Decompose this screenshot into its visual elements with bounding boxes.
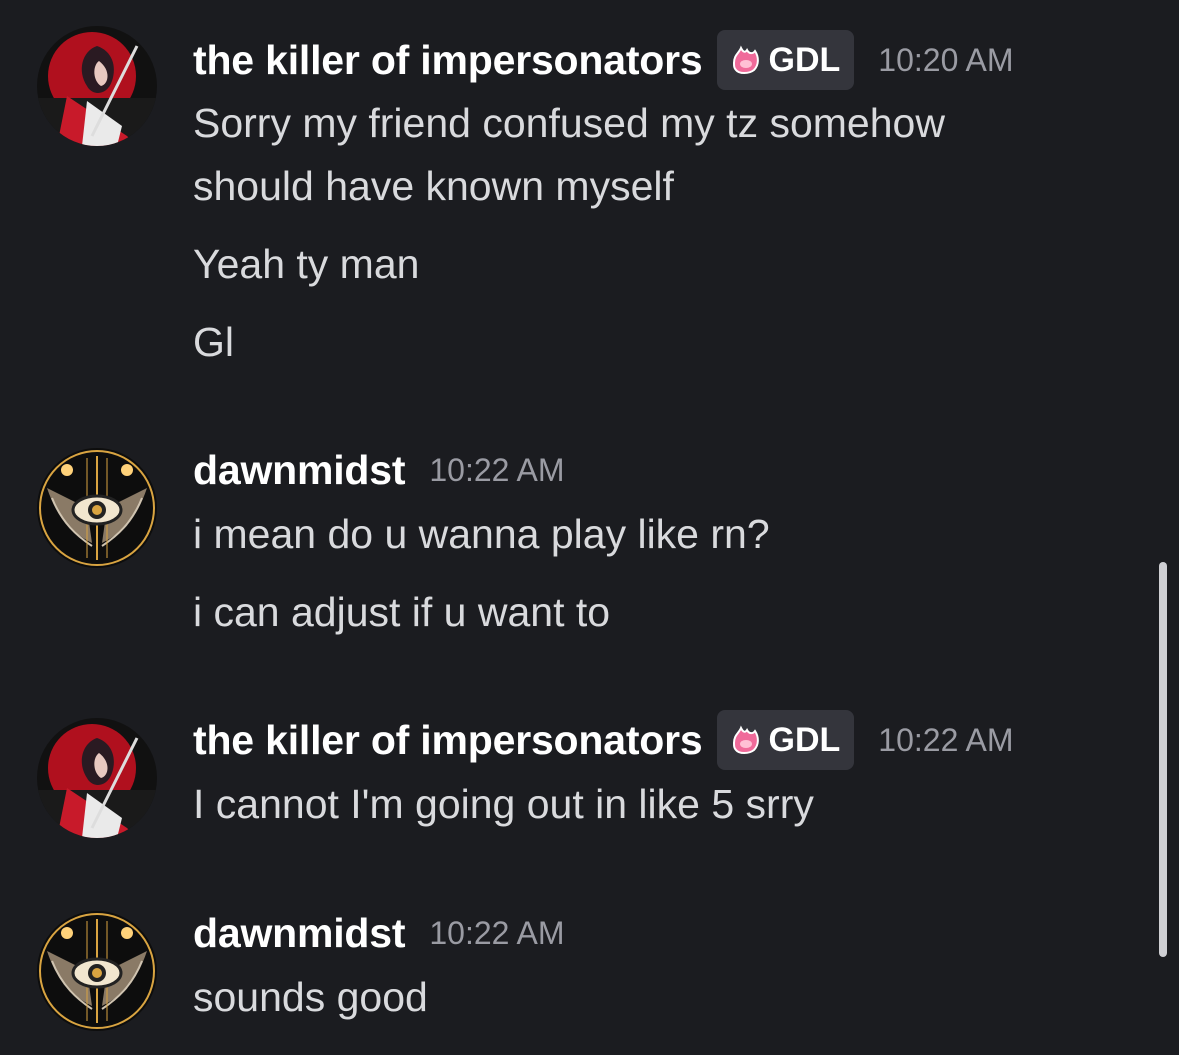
message-text: Gl: [193, 319, 234, 365]
winged-eye-avatar-icon: [37, 911, 157, 1031]
message-text: sounds good: [193, 974, 428, 1020]
user-avatar[interactable]: [37, 718, 157, 838]
username[interactable]: dawnmidst: [193, 447, 406, 494]
timestamp: 10:22 AM: [429, 914, 565, 951]
scrollbar-thumb[interactable]: [1159, 562, 1167, 957]
pink-flame-icon: [729, 725, 763, 755]
user-avatar[interactable]: [37, 911, 157, 1031]
user-avatar[interactable]: [37, 26, 157, 146]
username[interactable]: the killer of impersonators: [193, 37, 703, 84]
pink-flame-icon: [729, 45, 763, 75]
message-header: dawnmidst 10:22 AM: [193, 903, 565, 963]
username[interactable]: the killer of impersonators: [193, 717, 703, 764]
message-header: dawnmidst 10:22 AM: [193, 440, 565, 500]
guild-tag-label: GDL: [768, 720, 841, 759]
winged-eye-avatar-icon: [37, 448, 157, 568]
timestamp: 10:22 AM: [429, 451, 565, 488]
timestamp: 10:20 AM: [878, 41, 1014, 78]
guild-tag[interactable]: GDL: [716, 30, 855, 90]
message-text: I cannot I'm going out in like 5 srry: [193, 781, 814, 827]
anime-swordsman-avatar-icon: [37, 26, 157, 146]
message-text: i mean do u wanna play like rn?: [193, 511, 770, 557]
timestamp: 10:22 AM: [878, 721, 1014, 758]
guild-tag[interactable]: GDL: [716, 710, 855, 770]
message-header: the killer of impersonators GDL 10:20 AM: [193, 30, 1014, 90]
anime-swordsman-avatar-icon: [37, 718, 157, 838]
message-text: i can adjust if u want to: [193, 589, 611, 635]
message-header: the killer of impersonators GDL 10:22 AM: [193, 710, 1014, 770]
user-avatar[interactable]: [37, 448, 157, 568]
guild-tag-label: GDL: [768, 40, 841, 79]
message-text: Yeah ty man: [193, 241, 420, 287]
message-text: Sorry my friend confused my tz somehow: [193, 100, 945, 146]
username[interactable]: dawnmidst: [193, 910, 406, 957]
message-text: should have known myself: [193, 163, 674, 209]
